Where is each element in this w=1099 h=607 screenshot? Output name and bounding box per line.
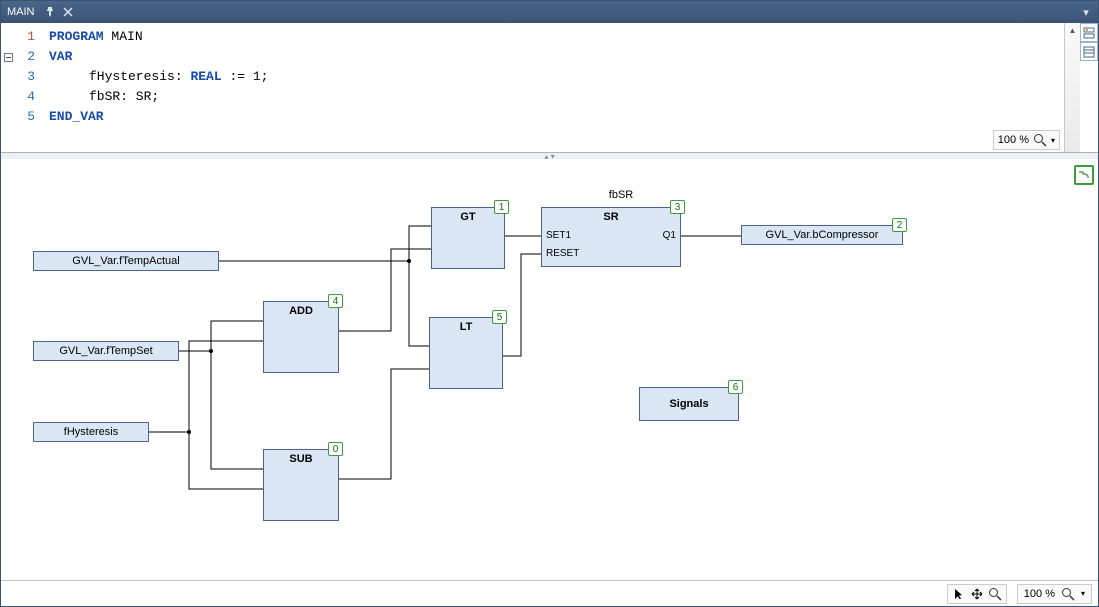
magnifier-icon[interactable] bbox=[1061, 587, 1075, 601]
exec-order-sub: 0 bbox=[328, 442, 343, 456]
block-sub[interactable]: SUB bbox=[263, 449, 339, 521]
port-reset: RESET bbox=[546, 248, 579, 259]
port-q1: Q1 bbox=[663, 230, 676, 241]
canvas-zoom-value: 100 % bbox=[1024, 588, 1055, 600]
diagram-canvas[interactable]: GVL_Var.fTempActual GVL_Var.fTempSet fHy… bbox=[1, 159, 1098, 580]
tab-title: MAIN bbox=[7, 6, 35, 18]
exec-order-add: 4 bbox=[328, 294, 343, 308]
var-temp-set[interactable]: GVL_Var.fTempSet bbox=[33, 341, 179, 361]
code-editor[interactable]: 1 2 3 4 5 PROGRAM MAIN VAR fHysteresis: … bbox=[1, 23, 1098, 153]
port-set1: SET1 bbox=[546, 230, 571, 241]
block-signals[interactable]: Signals bbox=[639, 387, 739, 421]
line-number-gutter: 1 2 3 4 5 bbox=[15, 23, 39, 152]
chevron-down-icon[interactable]: ▾ bbox=[1078, 6, 1094, 19]
block-sr[interactable]: SR SET1 RESET Q1 bbox=[541, 207, 681, 267]
zoom-dropdown-icon[interactable]: ▾ bbox=[1081, 589, 1085, 598]
zoom-dropdown-icon[interactable]: ▾ bbox=[1051, 136, 1055, 145]
cursor-tool-group bbox=[947, 584, 1007, 604]
pointer-tool-icon[interactable] bbox=[951, 586, 967, 602]
pan-tool-icon[interactable] bbox=[969, 586, 985, 602]
exec-order-lt: 5 bbox=[492, 310, 507, 324]
editor-scrollbar[interactable]: ▲ bbox=[1064, 23, 1080, 152]
code-area[interactable]: PROGRAM MAIN VAR fHysteresis: REAL := 1;… bbox=[39, 23, 268, 152]
close-icon[interactable] bbox=[59, 3, 77, 21]
var-compressor[interactable]: GVL_Var.bCompressor bbox=[741, 225, 903, 245]
var-temp-actual[interactable]: GVL_Var.fTempActual bbox=[33, 251, 219, 271]
exec-order-sr: 3 bbox=[670, 200, 685, 214]
zoom-tool-icon[interactable] bbox=[987, 586, 1003, 602]
view-toggle-1-icon[interactable] bbox=[1080, 23, 1098, 42]
pin-icon[interactable] bbox=[41, 3, 59, 21]
exec-order-compressor: 2 bbox=[892, 218, 907, 232]
editor-zoom[interactable]: 100 % ▾ bbox=[993, 130, 1060, 150]
zoom-readout: 100 % bbox=[998, 134, 1029, 146]
exec-order-signals: 6 bbox=[728, 380, 743, 394]
block-gt[interactable]: GT bbox=[431, 207, 505, 269]
scroll-up-icon[interactable]: ▲ bbox=[1065, 23, 1080, 38]
fold-gutter[interactable] bbox=[1, 23, 15, 152]
canvas-zoom[interactable]: 100 % ▾ bbox=[1017, 584, 1092, 604]
instance-label-sr: fbSR bbox=[591, 189, 651, 201]
fold-toggle-icon[interactable] bbox=[4, 53, 13, 62]
title-bar: MAIN ▾ bbox=[1, 1, 1098, 23]
status-bar: 100 % ▾ bbox=[1, 580, 1098, 606]
exec-order-gt: 1 bbox=[494, 200, 509, 214]
block-add[interactable]: ADD bbox=[263, 301, 339, 373]
var-hysteresis[interactable]: fHysteresis bbox=[33, 422, 149, 442]
magnifier-icon[interactable] bbox=[1033, 133, 1047, 147]
view-toggle-2-icon[interactable] bbox=[1080, 42, 1098, 61]
block-lt[interactable]: LT bbox=[429, 317, 503, 389]
